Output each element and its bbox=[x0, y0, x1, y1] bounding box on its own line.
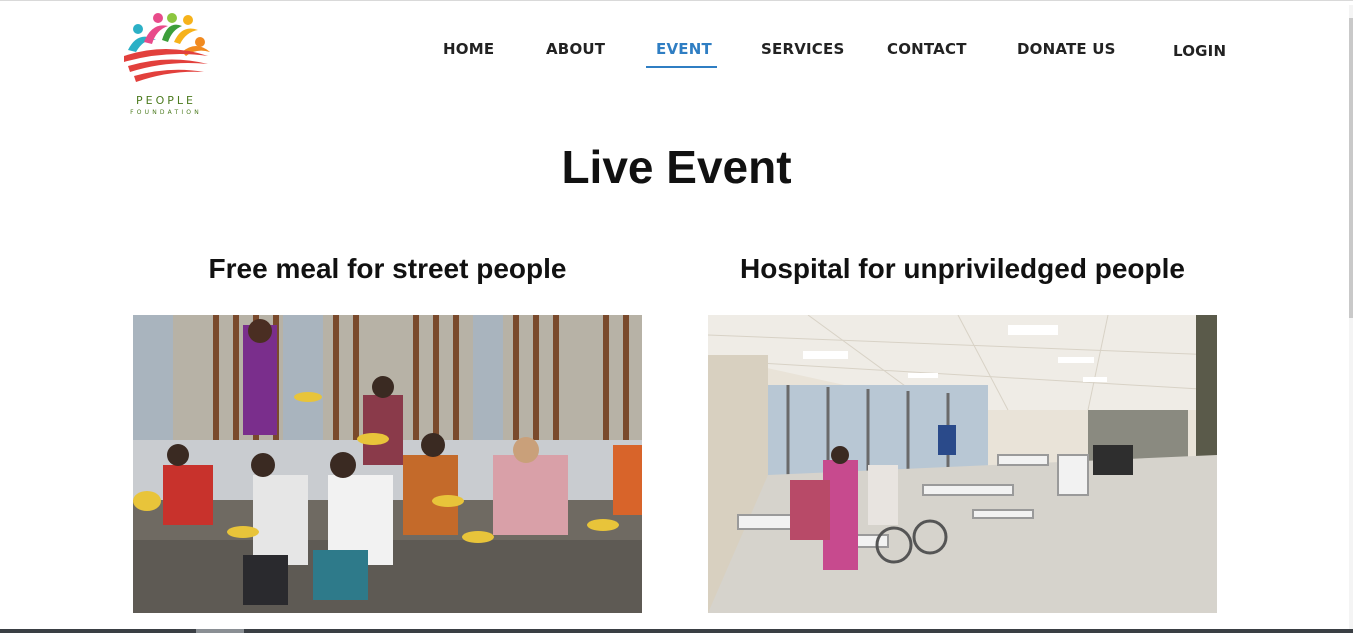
nav-item-donate-us[interactable]: DONATE US bbox=[1017, 40, 1116, 58]
nav-active-underline bbox=[646, 66, 717, 68]
vertical-scrollbar-thumb[interactable] bbox=[1349, 18, 1353, 318]
horizontal-scrollbar-thumb[interactable] bbox=[196, 629, 244, 633]
nav-item-login[interactable]: LOGIN bbox=[1173, 42, 1226, 60]
window-top-border bbox=[0, 0, 1353, 5]
event-title-hospital: Hospital for unpriviledged people bbox=[740, 253, 1185, 284]
logo-brand-name: PEOPLE bbox=[136, 94, 196, 107]
main-nav: HOME ABOUT EVENT SERVICES CONTACT DONATE… bbox=[0, 40, 1353, 70]
nav-item-contact[interactable]: CONTACT bbox=[887, 40, 967, 58]
event-title-free-meal: Free meal for street people bbox=[208, 253, 567, 284]
nav-item-services[interactable]: SERVICES bbox=[761, 40, 844, 58]
nav-item-home[interactable]: HOME bbox=[443, 40, 494, 58]
street-meal-photo[interactable] bbox=[133, 315, 642, 613]
page-title: Live Event bbox=[561, 141, 792, 193]
nav-item-event[interactable]: EVENT bbox=[656, 40, 712, 58]
nav-item-about[interactable]: ABOUT bbox=[546, 40, 605, 58]
hospital-ward-photo[interactable] bbox=[708, 315, 1217, 613]
logo-brand-tagline: FOUNDATION bbox=[130, 109, 202, 116]
